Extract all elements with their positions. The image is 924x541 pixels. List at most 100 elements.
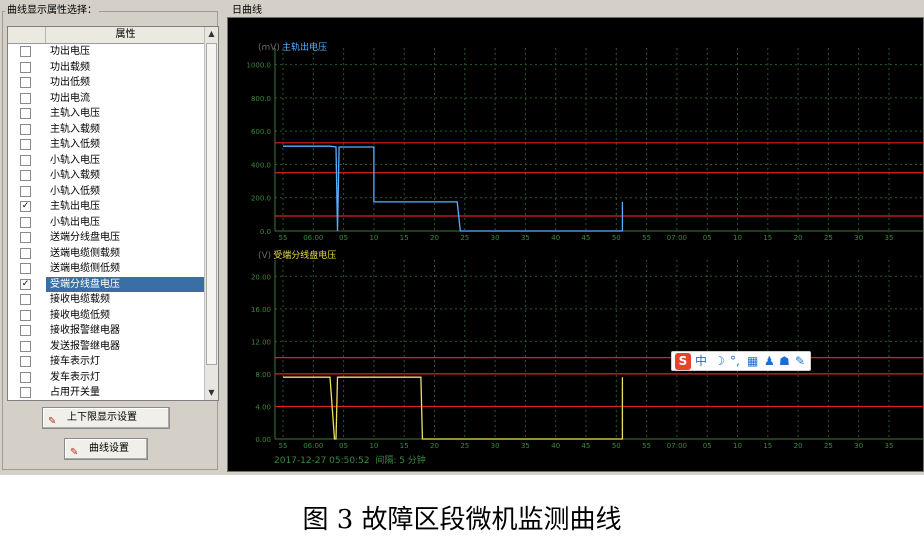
attribute-row[interactable]: 小轨出电压 <box>8 215 205 231</box>
chart2-y-tick-label: 20.00 <box>251 273 271 281</box>
chart1-x-tick-label: 06:00 <box>303 234 323 242</box>
attribute-checkbox[interactable] <box>20 263 31 274</box>
ime-toolbar[interactable]: S 中 ☽ °, ▦ ♟ ☗ ✎ <box>671 351 811 371</box>
attribute-row[interactable]: 主轨入载频 <box>8 122 205 138</box>
attribute-checkbox[interactable] <box>20 77 31 88</box>
attribute-row[interactable]: 接收电缆载频 <box>8 292 205 308</box>
chart1-title: (mV) 主轨出电压 <box>258 43 327 53</box>
attribute-checkbox[interactable] <box>20 216 31 228</box>
list-header: 属性 <box>8 27 205 44</box>
attribute-label: 小轨入低频 <box>50 185 100 197</box>
chart2-y-tick-label: 16.00 <box>251 306 271 314</box>
attribute-checkbox[interactable] <box>20 294 31 305</box>
wrench-icon[interactable]: ✎ <box>795 353 805 370</box>
attribute-checkbox[interactable]: ✓ <box>20 201 31 212</box>
attribute-row[interactable]: 送端电缆侧低频 <box>8 261 205 277</box>
attribute-row[interactable]: ✓ 受端分线盘电压 <box>8 276 205 293</box>
attribute-label: 接收报警继电器 <box>50 325 120 336</box>
daily-curve-group: 日曲线 0.0 200.0 400.0 600.0 800.0 1000.0 55 06:00… <box>224 4 924 472</box>
chart-area[interactable]: 0.0 200.0 400.0 600.0 800.0 1000.0 55 06:00 05 10… <box>227 17 924 472</box>
attribute-row[interactable]: ✓ 主轨出电压 <box>8 199 205 215</box>
attribute-checkbox[interactable] <box>20 123 31 135</box>
attribute-row[interactable]: 主轨入低频 <box>8 137 205 153</box>
pen-icon: ✎ <box>70 447 79 458</box>
attribute-list[interactable]: 属性 功出电压 功出载频 功出低频 功出电流 主轨入电压 主轨入载频 主轨入低频 小轨入电压小… <box>7 26 219 401</box>
attribute-row[interactable]: 小轨入载频 <box>8 168 205 184</box>
chart1-x-tick-label: 40 <box>551 234 560 242</box>
footer-timestamp: 2017-12-27 05:50:52 间隔: 5 分钟 <box>274 456 426 466</box>
attribute-checkbox[interactable] <box>20 247 31 259</box>
ime-mode-label[interactable]: 中 <box>695 353 707 370</box>
attribute-checkbox[interactable] <box>20 340 31 352</box>
attribute-checkbox[interactable] <box>20 61 31 73</box>
curve-settings-button[interactable]: ✎ 曲线设置 <box>64 438 148 460</box>
attribute-row[interactable]: 送端电缆侧载频 <box>8 246 205 262</box>
sogou-logo-icon[interactable]: S <box>675 353 691 370</box>
chart1-x-tick-label: 45 <box>582 234 591 242</box>
separator <box>0 475 924 477</box>
attribute-checkbox[interactable] <box>20 371 31 383</box>
attribute-row[interactable]: 功出电流 <box>8 91 205 107</box>
chart1-y-tick-label: 1000.0 <box>247 62 272 70</box>
chart1-x-tick-label: 15 <box>400 234 409 242</box>
attribute-row[interactable]: 送端分线盘电压 <box>8 230 205 246</box>
attribute-checkbox[interactable] <box>20 309 31 321</box>
attribute-checkbox[interactable] <box>20 154 31 166</box>
chart1-x-tick-label: 25 <box>460 234 469 242</box>
attribute-checkbox[interactable] <box>20 46 31 57</box>
shirt-icon[interactable]: ☗ <box>779 353 790 370</box>
attribute-row[interactable]: 发车表示灯 <box>8 370 205 386</box>
attribute-row[interactable]: 主轨入电压 <box>8 106 205 122</box>
chart2-x-tick-label: 55 <box>279 442 288 450</box>
attribute-checkbox[interactable] <box>20 170 31 181</box>
chart2-x-tick-label: 05 <box>339 442 348 450</box>
attribute-row[interactable]: 小轨入低频 <box>8 184 205 200</box>
attribute-row[interactable]: 小轨入电压 <box>8 153 205 169</box>
attribute-selection-group: 曲线显示属性选择： 属性 功出电压 功出载频 功出低频 功出电流 主轨入电压 主轨入载频主… <box>2 4 220 470</box>
footer-interval: 间隔: 5 分钟 <box>375 456 426 466</box>
attribute-label: 主轨入电压 <box>50 108 100 119</box>
attribute-row[interactable]: 接收报警继电器 <box>8 323 205 339</box>
list-scrollbar[interactable]: ▲ ▼ <box>204 27 218 400</box>
attribute-row[interactable]: 发送报警继电器 <box>8 339 205 355</box>
punctuation-icon[interactable]: °, <box>730 353 740 370</box>
scroll-thumb[interactable] <box>206 43 217 365</box>
chart1-y-tick-label: 600.0 <box>251 128 271 136</box>
attribute-checkbox[interactable] <box>20 185 31 197</box>
keyboard-icon[interactable]: ▦ <box>747 353 758 370</box>
attribute-label: 受端分线盘电压 <box>46 276 205 292</box>
attribute-label: 主轨入载频 <box>50 123 100 135</box>
attribute-checkbox[interactable] <box>20 92 31 104</box>
attribute-checkbox[interactable]: ✓ <box>20 278 31 290</box>
attribute-checkbox[interactable] <box>20 325 31 336</box>
chart1-x-tick-label: 05 <box>339 234 348 242</box>
chart2-x-tick-label: 07:00 <box>667 442 687 450</box>
chart1-x-tick-label: 35 <box>885 234 894 242</box>
attribute-row[interactable]: 功出载频 <box>8 60 205 76</box>
chart2-y-tick-label: 8.00 <box>255 371 271 379</box>
scroll-up-icon[interactable]: ▲ <box>205 27 218 41</box>
attribute-rows: 功出电压 功出载频功出低频 功出电流 主轨入电压主轨入载频主轨入低频 小轨入电压 小轨入载… <box>8 44 205 400</box>
attribute-row[interactable]: 接车表示灯 <box>8 354 205 370</box>
attribute-label: 功出载频 <box>50 61 90 73</box>
chart2-x-tick-label: 15 <box>763 442 772 450</box>
chart1-unit: (mV) <box>258 43 280 53</box>
attribute-checkbox[interactable] <box>20 139 31 150</box>
attribute-row[interactable]: 接收电缆低频 <box>8 308 205 324</box>
attribute-checkbox[interactable] <box>20 356 31 367</box>
limit-display-settings-button[interactable]: ✎ 上下限显示设置 <box>42 407 170 429</box>
attribute-row[interactable]: 占用开关量 <box>8 385 205 400</box>
scroll-down-icon[interactable]: ▼ <box>205 386 218 400</box>
chart1-x-tick-label: 20 <box>794 234 803 242</box>
attribute-checkbox[interactable] <box>20 108 31 119</box>
attribute-label: 接车表示灯 <box>50 356 100 367</box>
chart1-y-tick-label: 0.0 <box>260 228 271 236</box>
attribute-checkbox[interactable] <box>20 387 31 398</box>
moon-icon[interactable]: ☽ <box>714 353 725 370</box>
chart2-x-tick-label: 35 <box>521 442 530 450</box>
user-icon[interactable]: ♟ <box>764 353 775 370</box>
chart2-x-tick-label: 25 <box>824 442 833 450</box>
attribute-row[interactable]: 功出低频 <box>8 75 205 91</box>
attribute-checkbox[interactable] <box>20 232 31 243</box>
attribute-row[interactable]: 功出电压 <box>8 44 205 60</box>
